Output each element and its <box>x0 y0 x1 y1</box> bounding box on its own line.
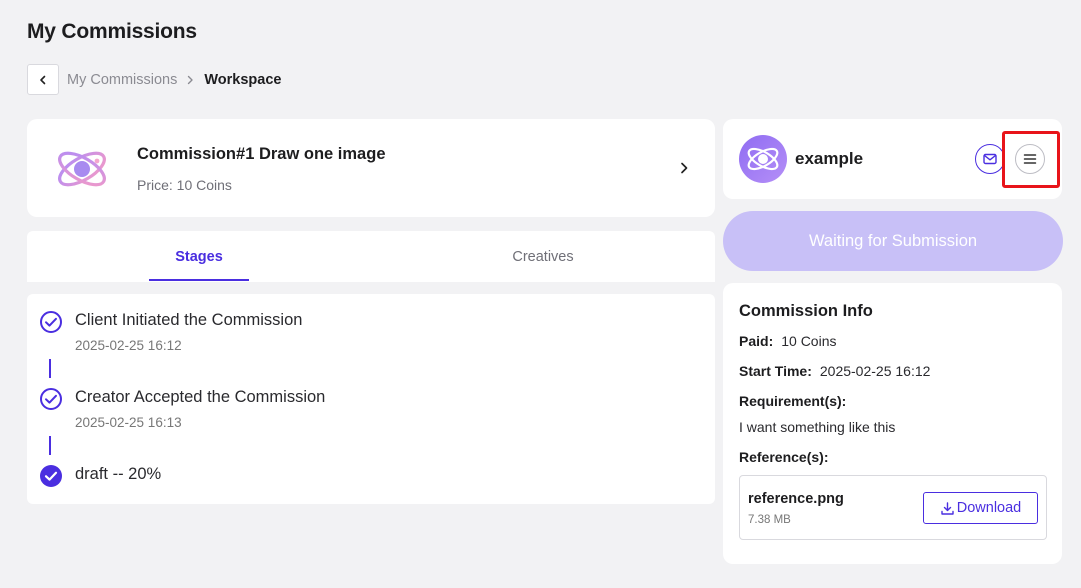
commission-title: Commission#1 Draw one image <box>137 145 386 163</box>
start-time-row: Start Time: 2025-02-25 16:12 <box>739 363 930 379</box>
start-time-value: 2025-02-25 16:12 <box>819 363 931 379</box>
stage-title: Creator Accepted the Commission <box>75 388 326 406</box>
message-button[interactable] <box>975 144 1005 174</box>
waiting-for-submission-button[interactable]: Waiting for Submission <box>723 211 1063 271</box>
check-circle-outline-icon <box>40 311 62 333</box>
creator-name[interactable]: example <box>795 149 863 169</box>
back-button[interactable] <box>27 64 59 95</box>
stage-connector <box>49 436 51 455</box>
page-title: My Commissions <box>27 20 197 43</box>
requirements-value: I want something like this <box>739 419 896 435</box>
tabs-bar: Stages Creatives <box>27 231 715 282</box>
commission-card[interactable]: Commission#1 Draw one image Price: 10 Co… <box>27 119 715 217</box>
download-icon <box>941 501 954 515</box>
tab-creatives[interactable]: Creatives <box>493 231 593 282</box>
start-time-label: Start Time: <box>739 363 812 379</box>
chevron-right-icon[interactable] <box>679 161 689 175</box>
reference-file: reference.png 7.38 MB Download <box>739 475 1047 540</box>
paid-value: 10 Coins <box>781 333 837 349</box>
tab-stages[interactable]: Stages <box>149 231 249 282</box>
breadcrumb: My Commissions Workspace <box>27 64 281 95</box>
breadcrumb-current: Workspace <box>204 71 282 88</box>
check-circle-outline-icon <box>40 388 62 410</box>
avatar[interactable] <box>739 135 787 183</box>
info-title: Commission Info <box>739 302 873 320</box>
commission-price: Price: 10 Coins <box>137 177 232 193</box>
stage-connector <box>49 359 51 378</box>
chevron-left-icon <box>40 75 46 84</box>
requirements-label: Requirement(s): <box>739 393 847 409</box>
stage-title: Client Initiated the Commission <box>75 311 303 329</box>
mail-icon <box>983 153 997 165</box>
stage-title: draft -- 20% <box>75 465 162 483</box>
paid-row: Paid: 10 Coins <box>739 333 837 349</box>
reference-file-size: 7.38 MB <box>748 514 791 526</box>
menu-icon <box>1023 154 1037 164</box>
stage-time: 2025-02-25 16:12 <box>75 338 182 353</box>
creator-card: example <box>723 119 1062 199</box>
references-label: Reference(s): <box>739 449 829 465</box>
stage-time: 2025-02-25 16:13 <box>75 415 182 430</box>
paid-label: Paid: <box>739 333 774 349</box>
stages-list: Client Initiated the Commission 2025-02-… <box>27 294 715 504</box>
chevron-right-icon <box>186 75 194 85</box>
atom-logo-icon <box>58 151 106 187</box>
reference-file-name: reference.png <box>748 491 844 507</box>
download-label: Download <box>956 500 1022 516</box>
download-button[interactable]: Download <box>923 492 1038 524</box>
breadcrumb-parent-link[interactable]: My Commissions <box>67 72 177 88</box>
menu-button[interactable] <box>1015 144 1045 174</box>
commission-info-card: Commission Info Paid: 10 Coins Start Time… <box>723 283 1062 564</box>
check-circle-filled-icon <box>40 465 62 487</box>
